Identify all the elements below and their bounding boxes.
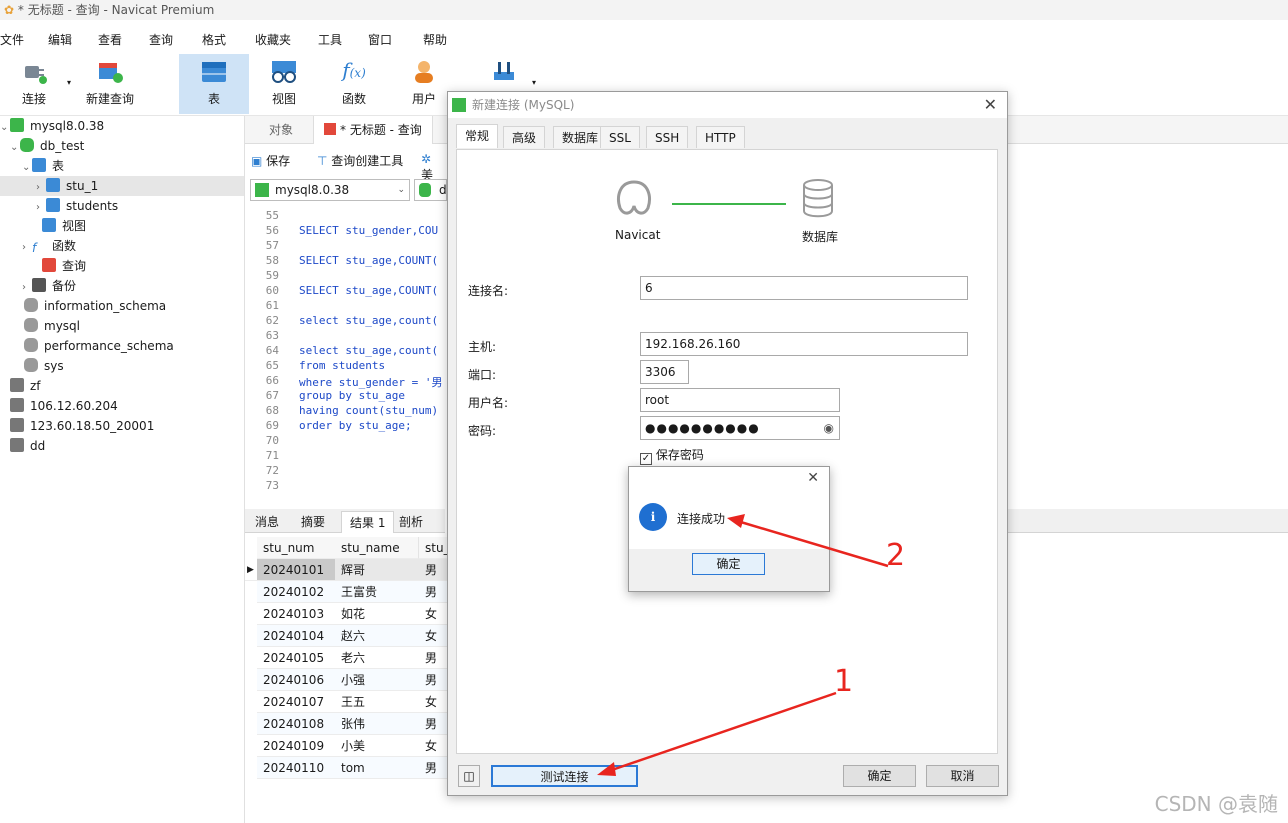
- annotation-number-2: 2: [886, 538, 906, 573]
- annotation-number-1: 1: [834, 664, 854, 699]
- watermark: CSDN @袁随: [1154, 792, 1278, 816]
- annotation-arrows: [597, 514, 889, 776]
